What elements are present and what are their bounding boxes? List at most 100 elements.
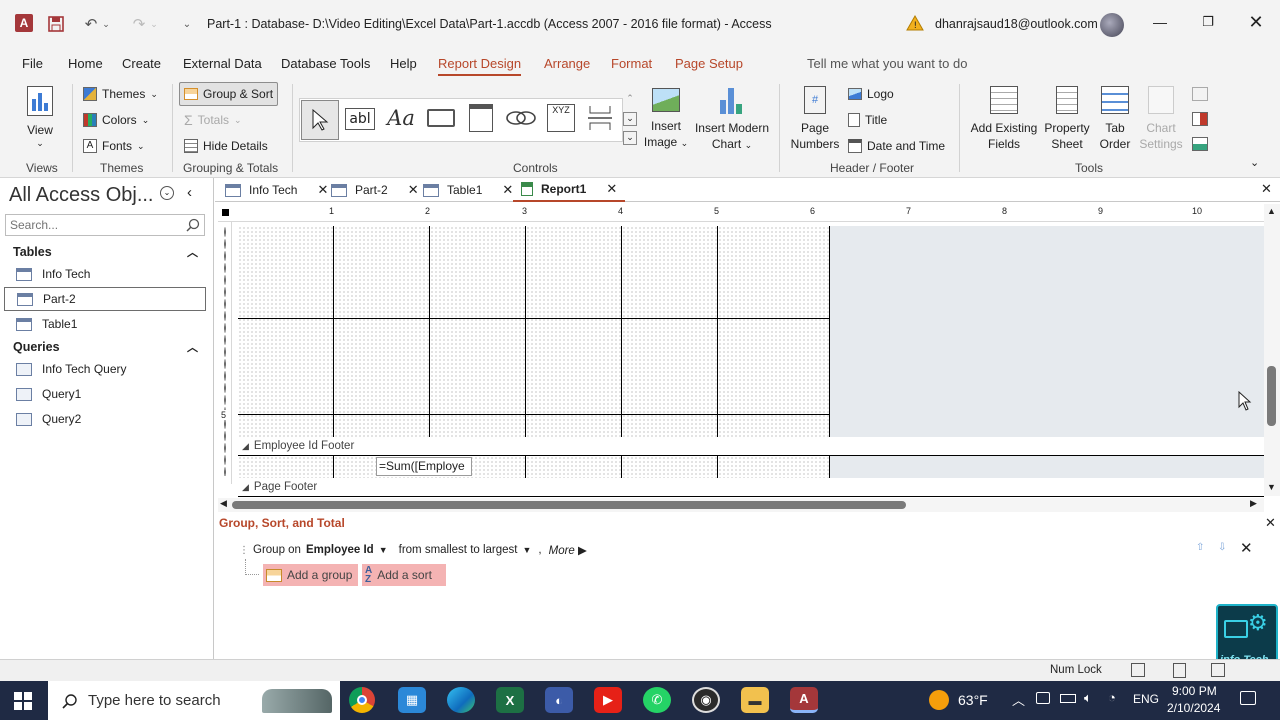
collapse-nav-icon[interactable]: ‹: [187, 184, 192, 201]
language-indicator[interactable]: ENG: [1133, 692, 1159, 706]
doc-tab-info-tech[interactable]: Info Tech ✕: [217, 178, 336, 202]
media-app-icon[interactable]: ◐: [545, 687, 573, 713]
minimize-button[interactable]: —: [1150, 14, 1170, 34]
windows-start-icon[interactable]: [14, 692, 32, 710]
weather-temp[interactable]: 63°F: [958, 692, 988, 708]
doc-tab-table1[interactable]: Table1 ✕: [415, 178, 521, 202]
convert-macros-icon[interactable]: [1192, 112, 1208, 126]
nav-item-table1[interactable]: Table1: [4, 312, 206, 336]
view-code-icon[interactable]: [1192, 87, 1208, 101]
page-footer-bar[interactable]: ◢ Page Footer: [238, 478, 1264, 497]
insert-modern-chart-button[interactable]: Insert Modern Chart ⌄: [694, 86, 770, 156]
access-taskbar-icon[interactable]: A: [790, 687, 818, 713]
close-icon[interactable]: ✕: [502, 182, 513, 198]
group-sort-button[interactable]: Group & Sort: [179, 82, 279, 106]
fonts-button[interactable]: A Fonts ⌄: [83, 135, 145, 157]
tab-create[interactable]: Create: [122, 56, 161, 71]
undo-dropdown-icon[interactable]: ⌄: [100, 13, 112, 35]
themes-button[interactable]: Themes ⌄: [83, 83, 158, 105]
tray-camera-icon[interactable]: [1036, 692, 1050, 704]
sum-textbox[interactable]: =Sum([Employe: [376, 457, 472, 476]
page-break-control-icon[interactable]: [587, 104, 613, 132]
employee-id-footer-grid[interactable]: =Sum([Employe: [238, 456, 830, 478]
doc-tab-part-2[interactable]: Part-2 ✕: [323, 178, 427, 202]
view-button[interactable]: View ⌄: [22, 84, 58, 152]
hide-details-button[interactable]: Hide Details: [184, 135, 268, 157]
tab-format[interactable]: Format: [611, 56, 652, 71]
nav-item-info-tech-query[interactable]: Info Tech Query: [4, 357, 206, 381]
tab-order-button[interactable]: Tab Order: [1096, 86, 1134, 156]
warning-icon[interactable]: !: [906, 14, 924, 31]
save-icon[interactable]: [45, 13, 67, 35]
tab-arrange[interactable]: Arrange: [544, 56, 590, 71]
store-icon[interactable]: ▦: [398, 687, 426, 713]
tab-external-data[interactable]: External Data: [183, 56, 262, 71]
colors-button[interactable]: Colors ⌄: [83, 109, 149, 131]
logo-button[interactable]: Logo: [848, 83, 894, 105]
print-preview-icon[interactable]: [1173, 663, 1186, 678]
property-sheet-button[interactable]: Property Sheet: [1040, 86, 1094, 156]
gallery-more-icon[interactable]: ⌄: [623, 131, 637, 145]
layout-view-icon[interactable]: [1211, 663, 1225, 677]
nav-search-input[interactable]: [6, 215, 178, 235]
redo-dropdown-icon[interactable]: ⌄: [148, 13, 160, 35]
tab-control-icon[interactable]: [469, 104, 493, 132]
network-icon[interactable]: ◔: [1108, 690, 1116, 705]
subform-icon[interactable]: [1192, 137, 1208, 151]
title-button[interactable]: Title: [848, 109, 887, 131]
report-view-icon[interactable]: [1131, 663, 1145, 677]
page-numbers-button[interactable]: # Page Numbers: [790, 86, 840, 156]
date-time-button[interactable]: Date and Time: [848, 135, 945, 157]
horizontal-scrollbar[interactable]: ◀ ▶: [218, 498, 1264, 512]
totals-button[interactable]: Σ Totals ⌄: [184, 109, 242, 131]
vertical-scrollbar[interactable]: ▲ ▼: [1264, 204, 1280, 496]
nav-item-info-tech[interactable]: Info Tech: [4, 262, 206, 286]
add-existing-fields-button[interactable]: Add Existing Fields: [968, 86, 1040, 156]
youtube-icon[interactable]: ▶: [594, 687, 622, 713]
scroll-left-icon[interactable]: ◀: [220, 498, 227, 509]
scroll-right-icon[interactable]: ▶: [1250, 498, 1257, 509]
detail-section-grid[interactable]: [238, 226, 830, 437]
hyperlink-control-icon[interactable]: [505, 106, 537, 130]
collapse-ribbon-icon[interactable]: ⌄: [1250, 156, 1259, 169]
avatar[interactable]: [1100, 13, 1124, 37]
restore-button[interactable]: ❐: [1198, 14, 1218, 34]
tab-help[interactable]: Help: [390, 56, 417, 71]
tab-database-tools[interactable]: Database Tools: [281, 56, 370, 71]
add-group-button[interactable]: Add a group: [263, 564, 358, 586]
close-icon[interactable]: ✕: [606, 181, 617, 197]
add-sort-button[interactable]: A Z Add a sort: [362, 564, 446, 586]
scroll-up-icon[interactable]: ▲: [1267, 206, 1276, 216]
account-email[interactable]: dhanrajsaud18@outlook.com: [935, 17, 1098, 31]
notification-icon[interactable]: [1240, 691, 1256, 705]
whatsapp-icon[interactable]: ✆: [643, 687, 671, 713]
tab-page-setup[interactable]: Page Setup: [675, 56, 743, 71]
select-pointer-icon[interactable]: [301, 100, 339, 140]
redo-icon[interactable]: ↷: [128, 13, 150, 35]
button-control-icon[interactable]: [427, 109, 455, 127]
close-button[interactable]: ✕: [1246, 12, 1266, 32]
employee-id-footer-bar[interactable]: ◢ Employee Id Footer: [238, 437, 1264, 456]
chart-settings-button[interactable]: Chart Settings: [1138, 86, 1184, 156]
tell-me-input[interactable]: Tell me what you want to do: [807, 56, 967, 71]
tab-report-design[interactable]: Report Design: [438, 56, 522, 76]
battery-icon[interactable]: [1060, 694, 1076, 703]
chrome-icon[interactable]: [349, 687, 375, 713]
textbox-control-icon[interactable]: abl: [345, 108, 375, 130]
ruler-corner[interactable]: [222, 209, 229, 216]
gallery-scroll-down-icon[interactable]: ⌄: [623, 112, 637, 126]
volume-icon[interactable]: 🔈︎: [1084, 690, 1092, 706]
weather-icon[interactable]: [929, 690, 949, 710]
edge-icon[interactable]: [447, 687, 475, 713]
sort-order-select[interactable]: from smallest to largest: [399, 544, 518, 556]
tables-header[interactable]: Tables ︿: [4, 241, 206, 263]
nav-item-query2[interactable]: Query2: [4, 407, 206, 431]
drag-handle-icon[interactable]: ⋮: [239, 545, 249, 556]
label-control-icon[interactable]: Aa: [385, 106, 417, 132]
delete-group-icon[interactable]: ✕: [1240, 539, 1253, 557]
tab-home[interactable]: Home: [68, 56, 103, 71]
nav-pane-title[interactable]: All Access Obj...: [9, 184, 154, 207]
tray-chevron-icon[interactable]: ︿: [1012, 690, 1025, 709]
group-field-select[interactable]: Employee Id: [306, 544, 374, 556]
undo-icon[interactable]: ↶: [80, 13, 102, 35]
